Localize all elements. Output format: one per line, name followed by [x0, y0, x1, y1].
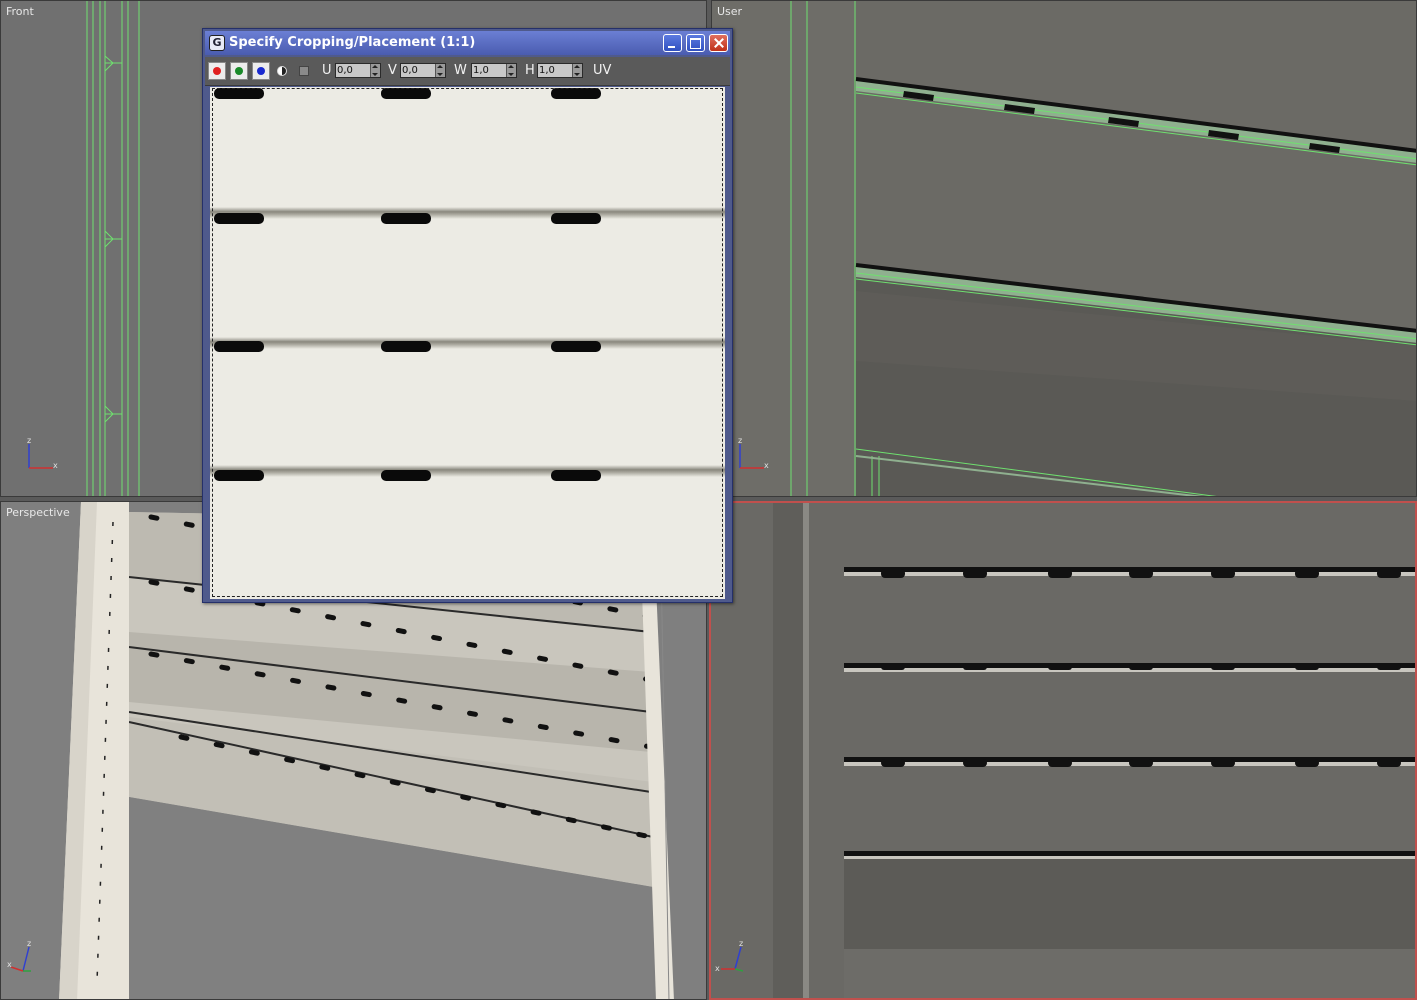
- dialog-title: Specify Cropping/Placement (1:1): [229, 35, 476, 50]
- 3ds-max-logo-icon[interactable]: G: [209, 35, 225, 51]
- w-label: W: [454, 63, 467, 78]
- alpha-channel-icon[interactable]: [299, 66, 309, 76]
- axis-x-label: x: [764, 461, 769, 470]
- h-label: H: [525, 63, 535, 78]
- h-spinner-arrows-icon[interactable]: [572, 64, 582, 77]
- crop-placement-dialog[interactable]: G Specify Cropping/Placement (1:1) U V W…: [202, 28, 733, 603]
- w-spinner-arrows-icon[interactable]: [506, 64, 516, 77]
- v-input[interactable]: [402, 64, 435, 77]
- viewport-label-perspective[interactable]: Perspective: [6, 506, 70, 519]
- axis-tripod-icon: z x: [715, 939, 743, 973]
- axis-z-label: z: [738, 436, 742, 445]
- axis-x-label: x: [7, 960, 12, 969]
- close-button[interactable]: [709, 34, 728, 52]
- active-view-geometry: [711, 503, 1415, 998]
- axis-tripod-icon: z x: [738, 436, 769, 470]
- maximize-button[interactable]: [686, 34, 705, 52]
- viewport-label-front[interactable]: Front: [6, 5, 34, 18]
- h-input[interactable]: [539, 64, 572, 77]
- axis-z-label: z: [27, 939, 31, 948]
- v-label: V: [388, 63, 397, 78]
- u-label: U: [322, 63, 332, 78]
- user-view-geometry: [790, 1, 1416, 496]
- axis-tripod-icon: z x: [27, 436, 58, 470]
- h-spinner[interactable]: [537, 63, 583, 78]
- user-viewport[interactable]: User z x: [711, 0, 1417, 497]
- viewport-label-user[interactable]: User: [717, 5, 742, 18]
- v-spinner-arrows-icon[interactable]: [435, 64, 445, 77]
- w-input[interactable]: [473, 64, 506, 77]
- axis-x-label: x: [715, 964, 720, 973]
- active-viewport[interactable]: z x: [709, 501, 1417, 1000]
- monochrome-icon[interactable]: [277, 66, 287, 76]
- u-spinner-arrows-icon[interactable]: [370, 64, 380, 77]
- crop-region[interactable]: [212, 88, 723, 597]
- minimize-button[interactable]: [663, 34, 682, 52]
- dialog-toolbar: U V W H UV: [205, 57, 730, 86]
- u-spinner[interactable]: [335, 63, 381, 78]
- red-channel-button[interactable]: [208, 62, 226, 80]
- axis-z-label: z: [739, 939, 743, 948]
- axis-x-label: x: [53, 461, 58, 470]
- uv-mode-toggle[interactable]: UV: [593, 63, 611, 78]
- u-input[interactable]: [337, 64, 370, 77]
- axis-tripod-icon: z x: [7, 939, 31, 972]
- green-channel-button[interactable]: [230, 62, 248, 80]
- axis-z-label: z: [27, 436, 31, 445]
- blue-channel-button[interactable]: [252, 62, 270, 80]
- texture-preview[interactable]: [210, 87, 725, 599]
- w-spinner[interactable]: [471, 63, 517, 78]
- v-spinner[interactable]: [400, 63, 446, 78]
- dialog-titlebar[interactable]: G Specify Cropping/Placement (1:1): [205, 31, 730, 55]
